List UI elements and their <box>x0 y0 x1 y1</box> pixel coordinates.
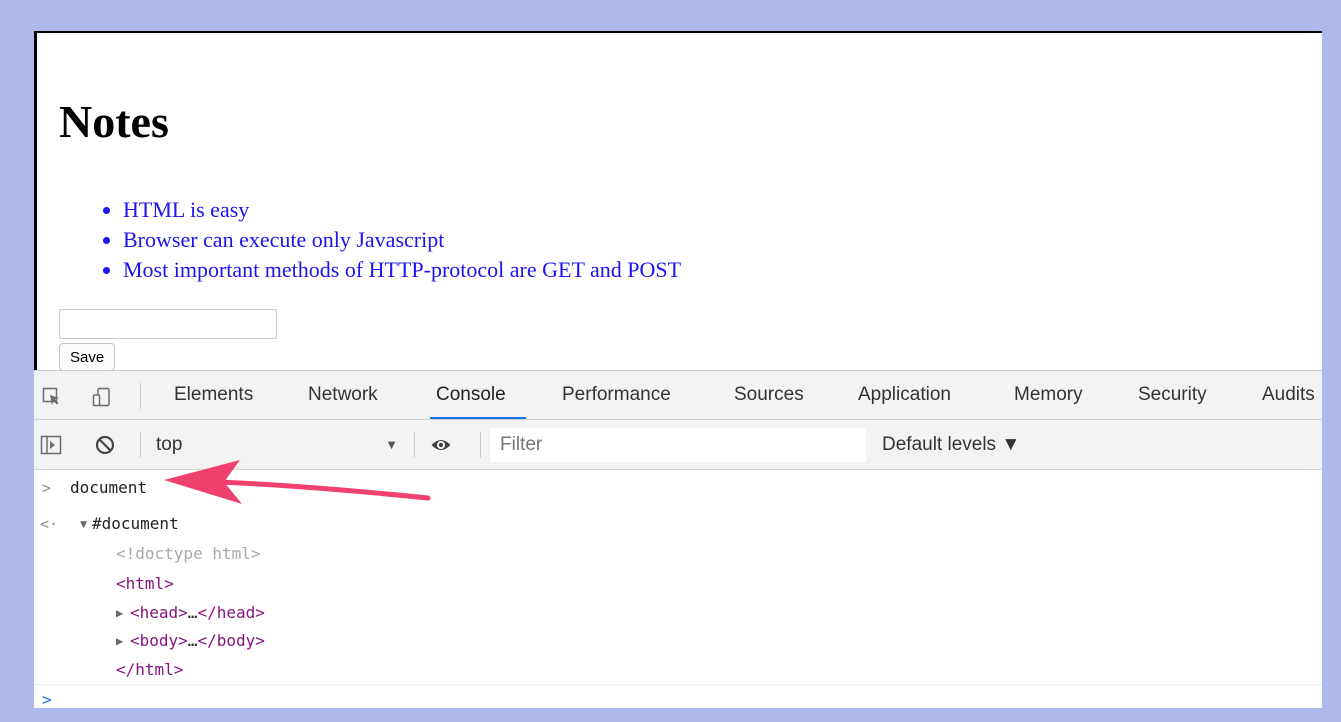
tab-audits[interactable]: Audits <box>1262 371 1315 419</box>
triangle-right-icon[interactable]: ▶ <box>116 627 123 655</box>
tab-elements[interactable]: Elements <box>174 371 253 419</box>
note-item: HTML is easy <box>123 195 681 225</box>
toolbar-divider <box>480 432 481 458</box>
triangle-down-icon[interactable]: ▼ <box>80 510 87 538</box>
console-input-prompt[interactable]: > <box>42 690 52 708</box>
tab-memory[interactable]: Memory <box>1014 371 1083 419</box>
note-item: Browser can execute only Javascript <box>123 225 681 255</box>
head-node[interactable]: <head>…</head> <box>130 599 265 627</box>
console-divider <box>34 684 1322 685</box>
tab-performance[interactable]: Performance <box>562 371 671 419</box>
note-item: Most important methods of HTTP-protocol … <box>123 255 681 285</box>
tab-sources[interactable]: Sources <box>734 371 804 419</box>
triangle-right-icon[interactable]: ▶ <box>116 599 123 627</box>
page-title: Notes <box>59 96 169 147</box>
devtools-tabbar: Elements Network Console Performance Sou… <box>34 371 1322 420</box>
tabbar-divider <box>140 383 141 409</box>
input-prompt: > <box>42 479 52 497</box>
body-node[interactable]: <body>…</body> <box>130 627 265 655</box>
html-close-tag: </html> <box>116 660 184 679</box>
notes-list: HTML is easy Browser can execute only Ja… <box>103 195 681 285</box>
note-input[interactable] <box>59 309 277 339</box>
inspect-element-icon[interactable] <box>42 387 62 407</box>
devtools-panel: Elements Network Console Performance Sou… <box>34 370 1322 708</box>
html-open-tag[interactable]: <html> <box>116 570 174 598</box>
web-page: Notes HTML is easy Browser can execute o… <box>34 31 1322 371</box>
annotation-arrow-icon <box>164 460 431 504</box>
save-button[interactable]: Save <box>59 343 116 371</box>
clear-console-icon[interactable] <box>94 434 116 456</box>
sidebar-toggle-icon[interactable] <box>40 434 62 456</box>
console-command: document <box>70 478 148 497</box>
browser-frame: Notes HTML is easy Browser can execute o… <box>34 31 1322 708</box>
tab-console[interactable]: Console <box>430 371 526 419</box>
doctype-node: <!doctype html> <box>116 544 261 563</box>
tab-network[interactable]: Network <box>308 371 378 419</box>
toolbar-divider <box>140 432 141 458</box>
filter-input[interactable] <box>490 428 866 462</box>
tab-security[interactable]: Security <box>1138 371 1207 419</box>
tab-application[interactable]: Application <box>858 371 951 419</box>
log-levels-dropdown[interactable]: Default levels ▼ <box>882 430 1020 460</box>
device-toolbar-icon[interactable] <box>92 387 112 407</box>
return-marker: <· <box>40 515 59 533</box>
